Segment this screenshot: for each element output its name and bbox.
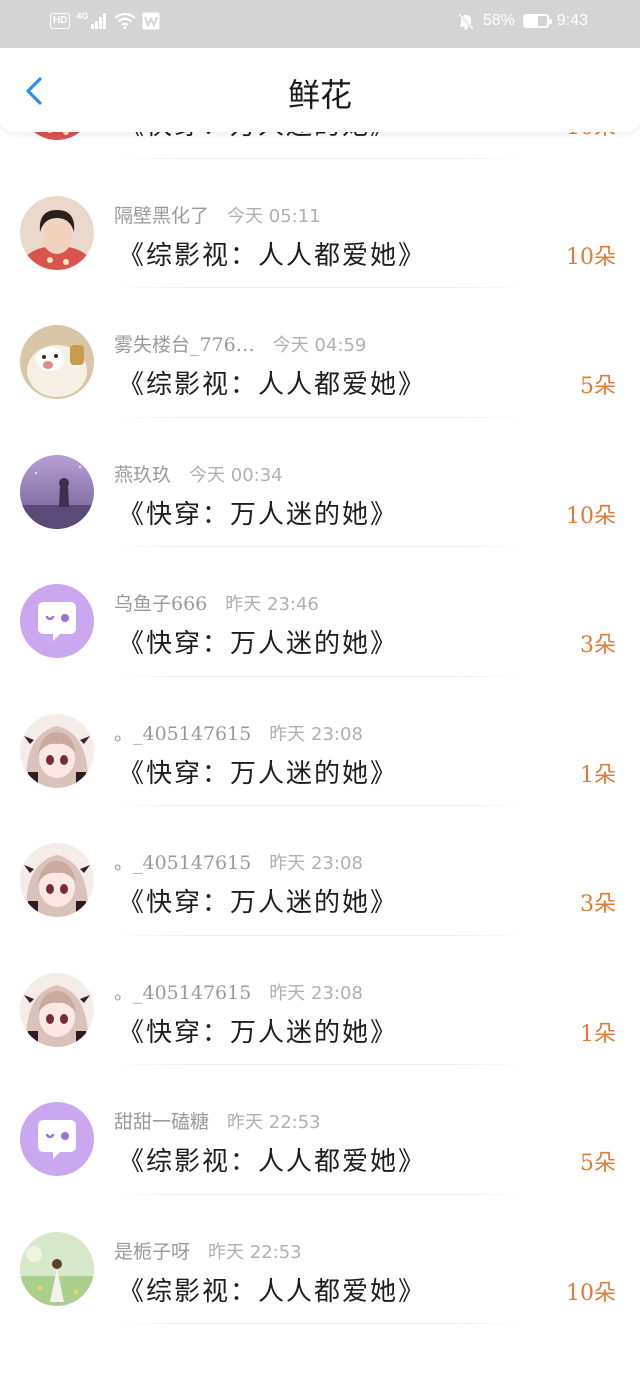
timestamp: 昨天 23:08 (269, 982, 363, 1004)
page-title: 鲜花 (287, 76, 352, 114)
anime-girl-avatar-image (20, 973, 94, 1047)
book-title[interactable]: 《综影视：人人都爱她》 (118, 235, 426, 272)
default-chat-avatar-image (20, 1102, 94, 1176)
row-meta: 。_405147615 昨天 23:08 (114, 848, 363, 875)
row-meta: 。_405147615 昨天 23:08 (114, 719, 363, 746)
avatar[interactable] (20, 455, 94, 529)
book-title[interactable]: 《快穿：万人迷的她》 (118, 882, 398, 919)
timestamp: 昨天 22:53 (208, 1241, 302, 1263)
avatar[interactable] (20, 325, 94, 399)
timestamp: 昨天 23:08 (269, 723, 363, 745)
flower-count: 3朵 (580, 892, 616, 917)
clock: 9:43 (556, 12, 588, 29)
row-meta: 隔壁黑化了 今天 05:11 (114, 201, 321, 228)
row-meta: 是栀子呀 昨天 22:53 (114, 1237, 302, 1264)
avatar[interactable] (20, 714, 94, 788)
flower-count: 10朵 (566, 132, 616, 141)
username[interactable]: 雾失楼台_776… (114, 334, 255, 356)
photo-cat-avatar-image (20, 325, 94, 399)
timestamp: 昨天 23:08 (269, 853, 363, 874)
username[interactable]: 。_405147615 (114, 852, 251, 874)
avatar[interactable] (20, 1102, 94, 1176)
username[interactable]: 。_405147615 (114, 723, 251, 745)
flower-count: 3朵 (580, 633, 616, 658)
avatar[interactable] (20, 843, 94, 917)
list-item[interactable]: 雾失楼台_776… 今天 04:59 《综影视：人人都爱她》 5朵 (0, 288, 640, 418)
row-meta: 燕玖玖 今天 00:34 (114, 460, 283, 487)
book-title[interactable]: 《快穿：万人迷的她》 (118, 132, 398, 142)
flower-count: 5朵 (580, 374, 616, 399)
timestamp: 昨天 23:46 (225, 594, 319, 615)
list-item[interactable]: 。_405147615 昨天 23:08 《快穿：万人迷的她》 3朵 (0, 806, 640, 936)
photo-field-avatar-image (20, 1232, 94, 1306)
status-right: 58% 9:43 (457, 12, 588, 30)
hd-badge: HD (50, 13, 71, 29)
book-title[interactable]: 《快穿：万人迷的她》 (118, 1012, 398, 1049)
book-title[interactable]: 《综影视：人人都爱她》 (118, 1271, 426, 1308)
default-chat-avatar-image (20, 584, 94, 658)
timestamp: 今天 05:11 (227, 205, 321, 227)
anime-girl-avatar-image (20, 843, 94, 917)
battery-percent: 58% (482, 12, 515, 29)
book-title[interactable]: 《快穿：万人迷的她》 (118, 753, 398, 790)
flower-list-content: 《快穿：万人迷的她》10朵隔壁黑化了今天 05:11《综影视：人人都爱她》10朵… (0, 132, 640, 1324)
divider (110, 1323, 530, 1324)
book-title[interactable]: 《综影视：人人都爱她》 (118, 364, 426, 401)
signal-icon (91, 13, 107, 29)
list-item[interactable]: 燕玖玖 今天 00:34 《快穿：万人迷的她》 10朵 (0, 418, 640, 547)
row-meta: 。_405147615 昨天 23:08 (114, 978, 363, 1005)
list-item[interactable]: 。_405147615 昨天 23:08 《快穿：万人迷的她》 1朵 (0, 677, 640, 806)
username[interactable]: 是栀子呀 (114, 1241, 190, 1263)
row-meta: 雾失楼台_776… 今天 04:59 (114, 330, 366, 357)
battery-icon (522, 14, 552, 28)
avatar[interactable] (20, 973, 94, 1047)
row-meta: 甜甜一磕糖 昨天 22:53 (114, 1107, 321, 1134)
list-item[interactable]: 乌鱼子666 昨天 23:46 《快穿：万人迷的她》 3朵 (0, 547, 640, 677)
flower-count: 10朵 (566, 244, 616, 270)
list-item[interactable]: 甜甜一磕糖 昨天 22:53 《综影视：人人都爱她》 5朵 (0, 1065, 640, 1195)
row-meta: 乌鱼子666 昨天 23:46 (114, 589, 319, 616)
photo-purple-avatar-image (20, 455, 94, 529)
timestamp: 昨天 22:53 (227, 1112, 321, 1133)
list-item[interactable]: 隔壁黑化了 今天 05:11 《综影视：人人都爱她》 10朵 (0, 159, 640, 288)
flower-list[interactable]: 《快穿：万人迷的她》10朵隔壁黑化了今天 05:11《综影视：人人都爱她》10朵… (0, 132, 640, 1387)
book-title[interactable]: 《快穿：万人迷的她》 (118, 623, 398, 660)
photo-boy-avatar-image (20, 132, 94, 140)
username[interactable]: 隔壁黑化了 (114, 205, 209, 227)
flower-count: 10朵 (566, 1280, 616, 1306)
battery-level (524, 16, 538, 26)
app-notification-icon (142, 12, 160, 30)
username[interactable]: 乌鱼子666 (114, 593, 207, 615)
avatar[interactable] (20, 196, 94, 270)
list-item[interactable]: 。_405147615 昨天 23:08 《快穿：万人迷的她》 1朵 (0, 936, 640, 1065)
wifi-icon (114, 13, 137, 29)
flower-count: 1朵 (580, 762, 616, 788)
mute-bell-icon (457, 13, 474, 30)
username[interactable]: 。_405147615 (114, 982, 251, 1004)
avatar[interactable] (20, 132, 94, 140)
timestamp: 今天 00:34 (189, 464, 283, 486)
flower-count: 1朵 (580, 1021, 616, 1047)
book-title[interactable]: 《快穿：万人迷的她》 (118, 494, 398, 531)
photo-boy-avatar-image (20, 196, 94, 270)
username[interactable]: 甜甜一磕糖 (114, 1111, 209, 1133)
timestamp: 今天 04:59 (272, 335, 367, 356)
status-bar: HD 4G 58% 9:43 (0, 0, 640, 48)
avatar[interactable] (20, 1232, 94, 1306)
username[interactable]: 燕玖玖 (114, 464, 171, 486)
nav-bar: 鲜花 (0, 48, 640, 132)
flower-count: 10朵 (566, 503, 616, 529)
flower-count: 5朵 (580, 1151, 616, 1176)
avatar[interactable] (20, 584, 94, 658)
anime-girl-avatar-image (20, 714, 94, 788)
book-title[interactable]: 《综影视：人人都爱她》 (118, 1141, 426, 1178)
list-item[interactable]: 是栀子呀 昨天 22:53 《综影视：人人都爱她》 10朵 (0, 1195, 640, 1324)
list-item[interactable]: 《快穿：万人迷的她》 10朵 (0, 132, 640, 159)
status-left: HD 4G (50, 11, 160, 30)
network-type: 4G (76, 11, 89, 21)
